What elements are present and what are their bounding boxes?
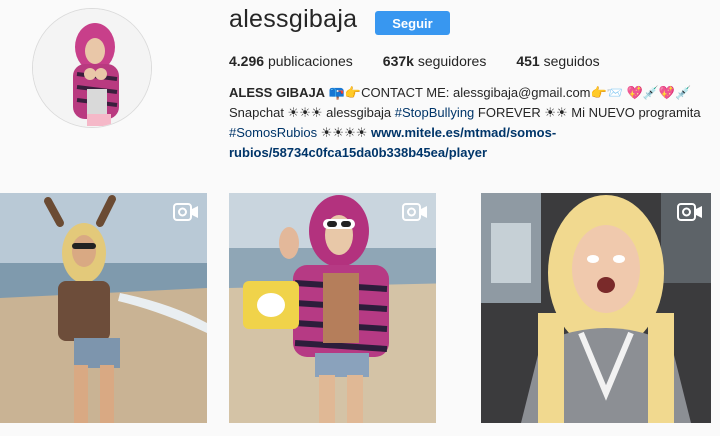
following-stat[interactable]: 451 seguidos: [516, 53, 599, 69]
bio-line-3: #SomosRubios ☀☀☀☀ www.mitele.es/mtmad/so…: [229, 123, 709, 143]
followers-count: 637k: [382, 53, 414, 69]
video-camera-icon: [677, 203, 702, 221]
website-link-continued[interactable]: rubios/58734c0fca15da0b338b45ea/player: [229, 145, 487, 160]
bio-line-1: ALESS GIBAJA 📪👉CONTACT ME: alessgibaja@g…: [229, 83, 709, 103]
post-tile-2[interactable]: [229, 193, 436, 423]
website-link[interactable]: www.mitele.es/mtmad/somos-: [371, 125, 556, 140]
profile-avatar[interactable]: [32, 8, 152, 128]
followers-stat[interactable]: 637k seguidores: [383, 53, 487, 69]
posts-count: 4.296: [229, 53, 265, 69]
posts-grid: [0, 193, 720, 423]
bio-program-text: FOREVER ☀☀ Mi NUEVO programita: [474, 105, 701, 120]
video-camera-icon: [402, 203, 427, 221]
avatar-image: [33, 9, 151, 127]
posts-label: publicaciones: [267, 53, 353, 69]
bio-suns-text: ☀☀☀☀: [317, 125, 371, 140]
bio-contact-text: 📪👉CONTACT ME: alessgibaja@gmail.com👉📨 💖💉…: [325, 85, 692, 100]
bio-line-2: Snapchat ☀☀☀ alessgibaja #StopBullying F…: [229, 103, 709, 123]
post-1-thumbnail: [0, 193, 207, 423]
profile-full-name: ALESS GIBAJA: [229, 85, 326, 100]
hashtag-stopbullying-link[interactable]: #StopBullying: [395, 105, 475, 120]
profile-stats: 4.296 publicaciones 637k seguidores 451 …: [229, 53, 630, 69]
followers-label: seguidores: [417, 53, 487, 69]
post-2-thumbnail: [229, 193, 436, 423]
hashtag-somosrubios-link[interactable]: #SomosRubios: [229, 125, 317, 140]
profile-username: alessgibaja: [229, 5, 358, 33]
post-tile-3[interactable]: [481, 193, 711, 423]
following-label: seguidos: [543, 53, 600, 69]
bio-snapchat-text: Snapchat ☀☀☀ alessgibaja: [229, 105, 395, 120]
bio-line-4: rubios/58734c0fca15da0b338b45ea/player: [229, 143, 709, 163]
following-count: 451: [516, 53, 540, 69]
profile-bio: ALESS GIBAJA 📪👉CONTACT ME: alessgibaja@g…: [229, 83, 709, 163]
post-3-thumbnail: [481, 193, 711, 423]
video-camera-icon: [173, 203, 198, 221]
follow-button[interactable]: Seguir: [375, 11, 450, 35]
posts-stat: 4.296 publicaciones: [229, 53, 353, 69]
post-tile-1[interactable]: [0, 193, 207, 423]
